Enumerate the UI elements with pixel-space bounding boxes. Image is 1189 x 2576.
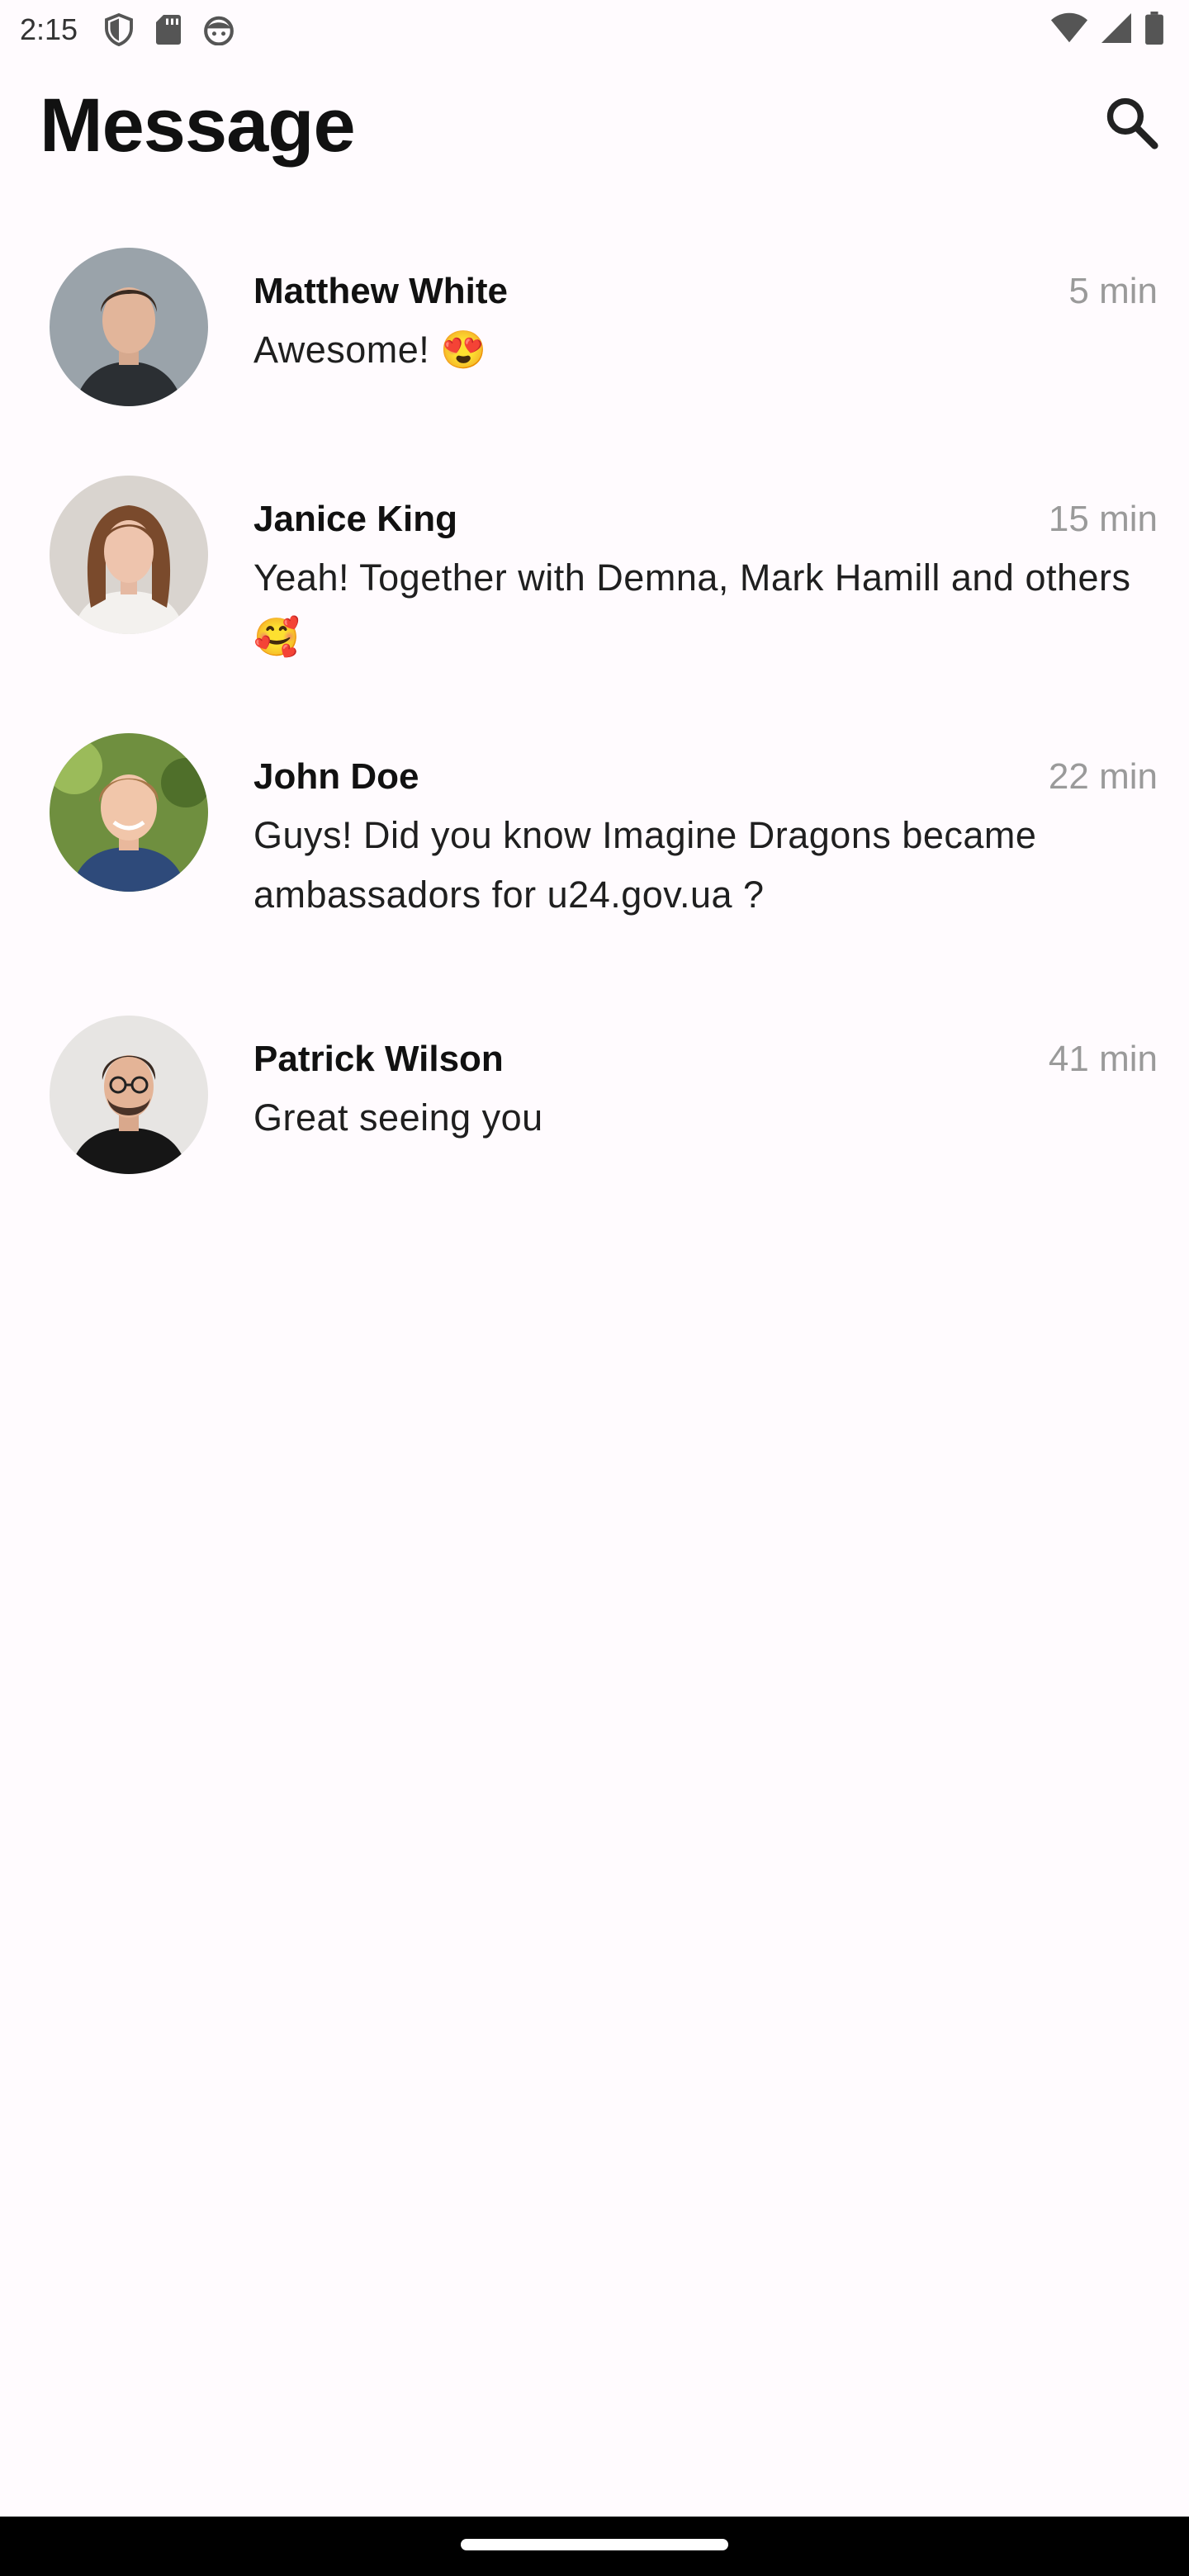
avatar [50, 733, 208, 892]
cellular-signal-icon [1100, 12, 1133, 45]
avatar [50, 476, 208, 634]
search-icon[interactable] [1103, 94, 1159, 154]
message-time: 5 min [1068, 271, 1158, 311]
message-preview: Great seeing you [253, 1096, 543, 1139]
avatar [50, 1016, 208, 1174]
search-button[interactable] [1098, 91, 1164, 157]
android-face-icon [203, 14, 234, 45]
page-title: Message [40, 83, 356, 168]
message-preview: Guys! Did you know Imagine Dragons becam… [253, 814, 1037, 916]
home-indicator[interactable] [461, 2539, 728, 2550]
message-item[interactable]: Matthew White 5 min Awesome! 😍 [0, 223, 1189, 438]
avatar [50, 248, 208, 406]
sd-card-icon [155, 15, 182, 45]
message-time: 41 min [1048, 1039, 1158, 1079]
wifi-icon [1050, 12, 1088, 45]
message-time: 15 min [1048, 499, 1158, 539]
sender-name: Janice King [253, 499, 457, 539]
status-bar: 2:15 [0, 0, 1189, 59]
shield-icon [104, 13, 134, 46]
message-preview: Yeah! Together with Demna, Mark Hamill a… [253, 556, 1131, 658]
battery-icon [1144, 12, 1164, 45]
sender-name: John Doe [253, 756, 419, 797]
sender-name: Patrick Wilson [253, 1039, 504, 1079]
status-time: 2:15 [20, 12, 78, 46]
message-time: 22 min [1048, 756, 1158, 797]
message-preview: Awesome! 😍 [253, 329, 487, 371]
message-item[interactable]: Patrick Wilson 41 min Great seeing you [0, 991, 1189, 1205]
system-navigation-bar [0, 2517, 1189, 2576]
app-header: Message [0, 74, 1189, 182]
message-item[interactable]: John Doe 22 min Guys! Did you know Imagi… [0, 708, 1189, 956]
sender-name: Matthew White [253, 271, 508, 311]
status-right-icons [1050, 12, 1164, 45]
message-item[interactable]: Janice King 15 min Yeah! Together with D… [0, 451, 1189, 698]
status-left-icons [104, 13, 234, 46]
